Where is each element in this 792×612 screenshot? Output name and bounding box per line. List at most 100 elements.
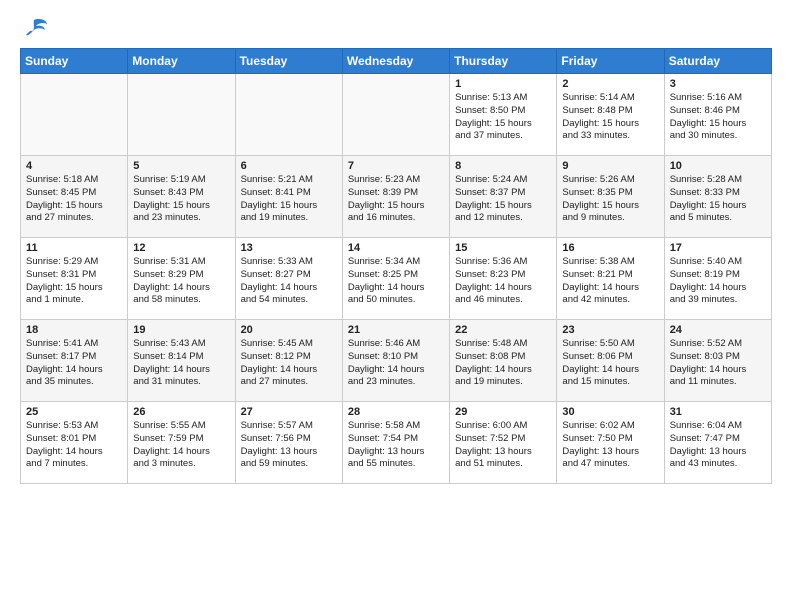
calendar-week-3: 11 Sunrise: 5:29 AM Sunset: 8:31 PM Dayli… (21, 238, 772, 320)
calendar-table: SundayMondayTuesdayWednesdayThursdayFrid… (20, 48, 772, 484)
day-details: Sunrise: 5:34 AM Sunset: 8:25 PM Dayligh… (348, 256, 444, 307)
day-number: 9 (562, 160, 658, 172)
calendar-cell: 26Sunrise: 5:55 AM Sunset: 7:59 PM Dayli… (128, 402, 235, 484)
day-details: Sunrise: 5:55 AM Sunset: 7:59 PM Dayligh… (133, 420, 229, 471)
day-details: Sunrise: 6:02 AM Sunset: 7:50 PM Dayligh… (562, 420, 658, 471)
day-number: 10 (670, 160, 766, 172)
day-number: 2 (562, 78, 658, 90)
day-number: 3 (670, 78, 766, 90)
day-details: Sunrise: 5:24 AM Sunset: 8:37 PM Dayligh… (455, 174, 551, 225)
calendar-cell: 13 Sunrise: 5:33 AM Sunset: 8:27 PM Dayli… (235, 238, 342, 320)
calendar-cell: 2 Sunrise: 5:14 AM Sunset: 8:48 PM Daylig… (557, 74, 664, 156)
calendar-cell: 17 Sunrise: 5:40 AM Sunset: 8:19 PM Dayli… (664, 238, 771, 320)
day-number: 13 (241, 242, 337, 254)
calendar-cell: 22Sunrise: 5:48 AM Sunset: 8:08 PM Dayli… (450, 320, 557, 402)
day-details: Sunrise: 5:28 AM Sunset: 8:33 PM Dayligh… (670, 174, 766, 225)
day-details: Sunrise: 5:33 AM Sunset: 8:27 PM Dayligh… (241, 256, 337, 307)
day-details: Sunrise: 5:26 AM Sunset: 8:35 PM Dayligh… (562, 174, 658, 225)
day-number: 28 (348, 406, 444, 418)
day-number: 7 (348, 160, 444, 172)
header-day-friday: Friday (557, 49, 664, 74)
calendar-cell: 8 Sunrise: 5:24 AM Sunset: 8:37 PM Daylig… (450, 156, 557, 238)
day-number: 8 (455, 160, 551, 172)
header-day-sunday: Sunday (21, 49, 128, 74)
calendar-cell: 9 Sunrise: 5:26 AM Sunset: 8:35 PM Daylig… (557, 156, 664, 238)
page-header (20, 16, 772, 40)
day-number: 18 (26, 324, 122, 336)
calendar-cell: 3Sunrise: 5:16 AM Sunset: 8:46 PM Daylig… (664, 74, 771, 156)
calendar-cell: 11 Sunrise: 5:29 AM Sunset: 8:31 PM Dayli… (21, 238, 128, 320)
day-details: Sunrise: 5:57 AM Sunset: 7:56 PM Dayligh… (241, 420, 337, 471)
calendar-cell: 23 Sunrise: 5:50 AM Sunset: 8:06 PM Dayli… (557, 320, 664, 402)
calendar-cell: 19 Sunrise: 5:43 AM Sunset: 8:14 PM Dayli… (128, 320, 235, 402)
calendar-cell (21, 74, 128, 156)
calendar-week-4: 18 Sunrise: 5:41 AM Sunset: 8:17 PM Dayli… (21, 320, 772, 402)
day-details: Sunrise: 5:29 AM Sunset: 8:31 PM Dayligh… (26, 256, 122, 307)
day-details: Sunrise: 5:58 AM Sunset: 7:54 PM Dayligh… (348, 420, 444, 471)
day-number: 4 (26, 160, 122, 172)
day-number: 5 (133, 160, 229, 172)
calendar-cell: 14 Sunrise: 5:34 AM Sunset: 8:25 PM Dayli… (342, 238, 449, 320)
day-details: Sunrise: 5:21 AM Sunset: 8:41 PM Dayligh… (241, 174, 337, 225)
day-details: Sunrise: 5:43 AM Sunset: 8:14 PM Dayligh… (133, 338, 229, 389)
calendar-cell (128, 74, 235, 156)
logo-icon (20, 16, 48, 40)
header-row: SundayMondayTuesdayWednesdayThursdayFrid… (21, 49, 772, 74)
calendar-cell: 5 Sunrise: 5:19 AM Sunset: 8:43 PM Daylig… (128, 156, 235, 238)
day-details: Sunrise: 5:40 AM Sunset: 8:19 PM Dayligh… (670, 256, 766, 307)
day-number: 11 (26, 242, 122, 254)
day-number: 30 (562, 406, 658, 418)
calendar-header: SundayMondayTuesdayWednesdayThursdayFrid… (21, 49, 772, 74)
calendar-week-2: 4 Sunrise: 5:18 AM Sunset: 8:45 PM Daylig… (21, 156, 772, 238)
day-details: Sunrise: 5:36 AM Sunset: 8:23 PM Dayligh… (455, 256, 551, 307)
day-number: 29 (455, 406, 551, 418)
calendar-cell: 12 Sunrise: 5:31 AM Sunset: 8:29 PM Dayli… (128, 238, 235, 320)
day-number: 21 (348, 324, 444, 336)
day-details: Sunrise: 5:38 AM Sunset: 8:21 PM Dayligh… (562, 256, 658, 307)
logo (20, 16, 52, 40)
day-number: 27 (241, 406, 337, 418)
day-details: Sunrise: 5:13 AM Sunset: 8:50 PM Dayligh… (455, 92, 551, 143)
day-number: 20 (241, 324, 337, 336)
calendar-cell: 4 Sunrise: 5:18 AM Sunset: 8:45 PM Daylig… (21, 156, 128, 238)
header-day-monday: Monday (128, 49, 235, 74)
calendar-cell: 1Sunrise: 5:13 AM Sunset: 8:50 PM Daylig… (450, 74, 557, 156)
calendar-cell: 31Sunrise: 6:04 AM Sunset: 7:47 PM Dayli… (664, 402, 771, 484)
day-number: 12 (133, 242, 229, 254)
day-details: Sunrise: 5:48 AM Sunset: 8:08 PM Dayligh… (455, 338, 551, 389)
day-number: 31 (670, 406, 766, 418)
header-day-tuesday: Tuesday (235, 49, 342, 74)
calendar-cell: 20Sunrise: 5:45 AM Sunset: 8:12 PM Dayli… (235, 320, 342, 402)
day-details: Sunrise: 5:41 AM Sunset: 8:17 PM Dayligh… (26, 338, 122, 389)
day-number: 17 (670, 242, 766, 254)
calendar-cell: 16 Sunrise: 5:38 AM Sunset: 8:21 PM Dayli… (557, 238, 664, 320)
day-details: Sunrise: 5:18 AM Sunset: 8:45 PM Dayligh… (26, 174, 122, 225)
day-details: Sunrise: 5:53 AM Sunset: 8:01 PM Dayligh… (26, 420, 122, 471)
day-details: Sunrise: 5:31 AM Sunset: 8:29 PM Dayligh… (133, 256, 229, 307)
calendar-cell: 15Sunrise: 5:36 AM Sunset: 8:23 PM Dayli… (450, 238, 557, 320)
header-day-wednesday: Wednesday (342, 49, 449, 74)
day-number: 19 (133, 324, 229, 336)
calendar-cell: 25Sunrise: 5:53 AM Sunset: 8:01 PM Dayli… (21, 402, 128, 484)
day-details: Sunrise: 5:19 AM Sunset: 8:43 PM Dayligh… (133, 174, 229, 225)
day-number: 16 (562, 242, 658, 254)
calendar-week-1: 1Sunrise: 5:13 AM Sunset: 8:50 PM Daylig… (21, 74, 772, 156)
header-day-saturday: Saturday (664, 49, 771, 74)
day-details: Sunrise: 5:46 AM Sunset: 8:10 PM Dayligh… (348, 338, 444, 389)
calendar-week-5: 25Sunrise: 5:53 AM Sunset: 8:01 PM Dayli… (21, 402, 772, 484)
day-details: Sunrise: 5:14 AM Sunset: 8:48 PM Dayligh… (562, 92, 658, 143)
day-number: 14 (348, 242, 444, 254)
calendar-cell: 30 Sunrise: 6:02 AM Sunset: 7:50 PM Dayli… (557, 402, 664, 484)
calendar-cell: 24Sunrise: 5:52 AM Sunset: 8:03 PM Dayli… (664, 320, 771, 402)
day-details: Sunrise: 5:23 AM Sunset: 8:39 PM Dayligh… (348, 174, 444, 225)
day-details: Sunrise: 5:50 AM Sunset: 8:06 PM Dayligh… (562, 338, 658, 389)
day-details: Sunrise: 5:52 AM Sunset: 8:03 PM Dayligh… (670, 338, 766, 389)
calendar-cell: 28 Sunrise: 5:58 AM Sunset: 7:54 PM Dayli… (342, 402, 449, 484)
day-number: 6 (241, 160, 337, 172)
calendar-cell: 7 Sunrise: 5:23 AM Sunset: 8:39 PM Daylig… (342, 156, 449, 238)
day-number: 23 (562, 324, 658, 336)
calendar-cell: 10 Sunrise: 5:28 AM Sunset: 8:33 PM Dayli… (664, 156, 771, 238)
calendar-cell: 6 Sunrise: 5:21 AM Sunset: 8:41 PM Daylig… (235, 156, 342, 238)
calendar-body: 1Sunrise: 5:13 AM Sunset: 8:50 PM Daylig… (21, 74, 772, 484)
calendar-cell: 21 Sunrise: 5:46 AM Sunset: 8:10 PM Dayli… (342, 320, 449, 402)
